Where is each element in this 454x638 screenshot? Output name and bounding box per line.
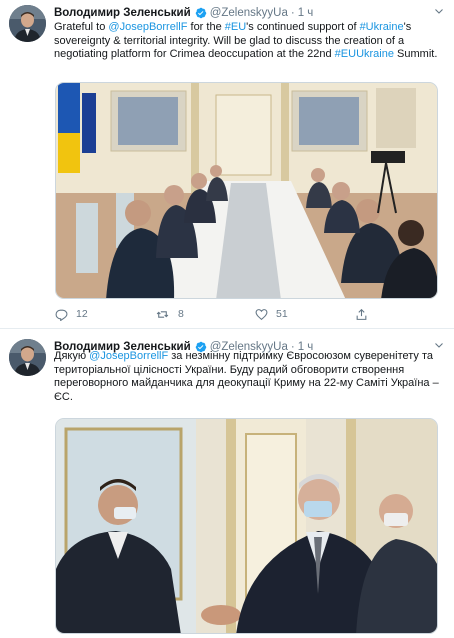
tweet-text: Дякую @JosepBorrellF за незмінну підтрим… [54, 350, 444, 404]
verified-badge-icon [195, 7, 207, 19]
retweet-button[interactable]: 8 [155, 308, 255, 321]
heart-icon [255, 308, 268, 320]
mention-link[interactable]: @JosepBorrellF [108, 21, 187, 33]
share-icon [356, 308, 367, 320]
tweet[interactable]: Володимир Зеленський @ZelenskyyUa · 1 ч … [0, 0, 454, 329]
tweet-photo[interactable] [55, 82, 438, 299]
reply-icon [55, 309, 68, 321]
tweet-text: Grateful to @JosepBorrellF for the #EU's… [54, 21, 444, 62]
retweet-count: 8 [178, 308, 184, 320]
tweet-photo[interactable] [55, 418, 438, 634]
tweet-text-segment: for the [187, 21, 225, 33]
retweet-icon [156, 310, 169, 318]
separator-dot: · [290, 6, 295, 19]
tweet-feed: Володимир Зеленський @ZelenskyyUa · 1 ч … [0, 0, 454, 638]
author-handle[interactable]: @ZelenskyyUa [210, 7, 288, 19]
tweet-text-segment: Дякую [54, 350, 90, 362]
tweet-text-segment: Grateful to [54, 21, 109, 33]
tweet-header: Володимир Зеленський @ZelenskyyUa · 1 ч [54, 5, 313, 20]
avatar[interactable] [9, 339, 46, 376]
chevron-down-icon[interactable] [433, 5, 445, 20]
reply-button[interactable]: 12 [55, 308, 155, 321]
tweet-actions: 12 8 51 [55, 306, 385, 322]
timestamp[interactable]: 1 ч [298, 7, 314, 19]
mention-link[interactable]: @JosepBorrellF [89, 350, 168, 362]
hashtag-link[interactable]: #EUUkraine [335, 48, 394, 60]
reply-count: 12 [76, 308, 88, 320]
like-button[interactable]: 51 [255, 308, 355, 321]
hashtag-link[interactable]: #EU [225, 21, 246, 33]
share-button[interactable] [355, 308, 385, 321]
tweet-text-segment: 's continued support of [246, 21, 360, 33]
hashtag-link[interactable]: #Ukraine [360, 21, 404, 33]
tweet-text-segment: Summit. [393, 48, 438, 60]
author-name[interactable]: Володимир Зеленський [54, 7, 191, 19]
like-count: 51 [276, 308, 288, 320]
avatar[interactable] [9, 5, 46, 42]
